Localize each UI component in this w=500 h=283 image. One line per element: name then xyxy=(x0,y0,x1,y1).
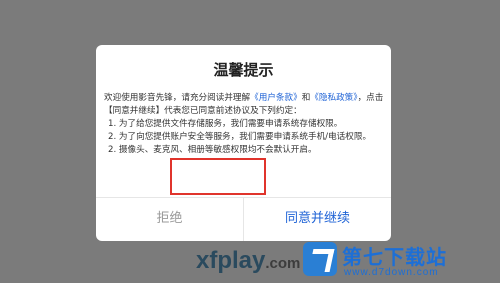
dialog-intro: 欢迎使用影音先锋，请充分阅读并理解《用户条款》和《隐私政策》，点击【同意并继续】… xyxy=(104,92,385,118)
permission-item-sensitive: 2. 摄像头、麦克风、相册等敏感权限均不会默认开启。 xyxy=(108,145,317,155)
reject-button[interactable]: 拒绝 xyxy=(96,197,243,241)
and-text: 和 xyxy=(301,93,311,103)
intro-text-1: 欢迎使用影音先锋，请充分阅读并理解 xyxy=(104,93,251,103)
xfplay-logo: xfplay.com xyxy=(196,247,300,275)
dialog-body: 欢迎使用影音先锋，请充分阅读并理解《用户条款》和《隐私政策》，点击【同意并继续】… xyxy=(104,92,385,157)
site-watermark: 第七下载站 www.d7down.com xyxy=(300,239,496,283)
watermark-logo-icon xyxy=(303,242,337,276)
permission-item-phone: 2. 为了向您提供账户安全等服务，我们需要申请系统手机/电话权限。 xyxy=(108,132,372,142)
watermark-title: 第七下载站 xyxy=(342,245,447,269)
dialog-title: 温馨提示 xyxy=(213,61,274,79)
watermark-url: www.d7down.com xyxy=(344,267,439,278)
terms-link[interactable]: 《用户条款》 xyxy=(250,93,302,103)
xfplay-logo-brand: xfplay xyxy=(196,247,266,274)
permission-item-storage: 1. 为了给您提供文件存储服务，我们需要申请系统存储权限。 xyxy=(108,119,343,129)
xfplay-logo-domain: .com xyxy=(265,255,301,272)
privacy-link[interactable]: 《隐私政策》 xyxy=(310,93,357,103)
accept-button[interactable]: 同意并继续 xyxy=(244,197,391,241)
privacy-dialog: 温馨提示 欢迎使用影音先锋，请充分阅读并理解《用户条款》和《隐私政策》，点击【同… xyxy=(96,45,391,241)
